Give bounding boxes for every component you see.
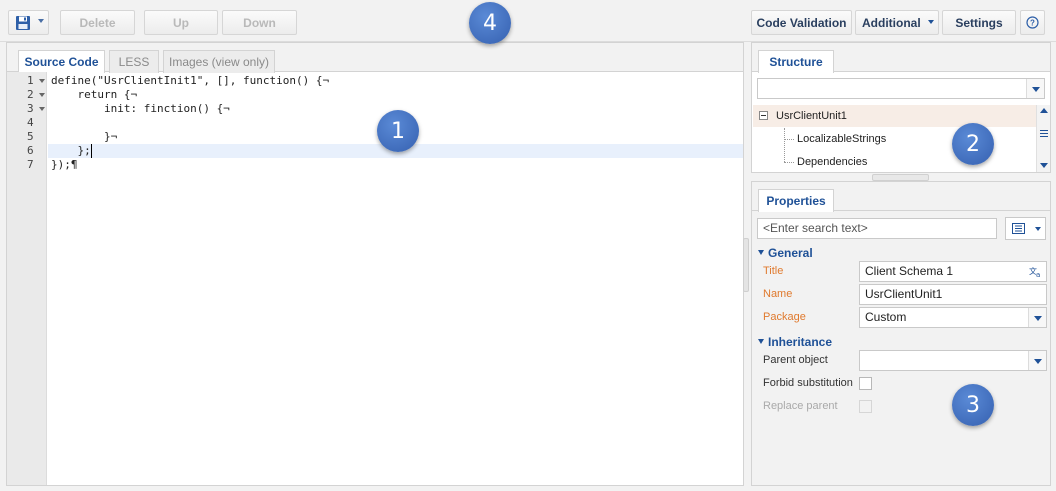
toolbar: Delete Up Down Code Validation Additiona…: [0, 0, 1056, 42]
section-general-label: General: [768, 246, 813, 260]
line-number: 6: [27, 144, 34, 157]
tab-properties[interactable]: Properties: [758, 189, 834, 212]
properties-search-input[interactable]: <Enter search text>: [757, 218, 997, 239]
up-button[interactable]: Up: [144, 10, 218, 35]
forbid-substitution-checkbox[interactable]: [859, 377, 872, 390]
code-validation-button[interactable]: Code Validation: [751, 10, 852, 35]
title-label: Title: [763, 265, 784, 277]
chevron-down-icon: [928, 20, 934, 24]
line-number: 4: [27, 116, 34, 129]
chevron-down-icon[interactable]: [1028, 308, 1046, 327]
section-inheritance-label: Inheritance: [768, 335, 833, 349]
tree-item-root[interactable]: UsrClientUnit1: [753, 105, 1036, 127]
question-icon: ?: [1026, 16, 1039, 29]
floppy-disk-icon: [16, 15, 30, 30]
help-button[interactable]: ?: [1020, 10, 1045, 35]
save-button[interactable]: [8, 10, 49, 35]
package-value: Custom: [865, 310, 907, 324]
package-label: Package: [763, 311, 806, 323]
settings-button[interactable]: Settings: [942, 10, 1016, 35]
chevron-down-icon: [1035, 227, 1041, 231]
delete-button[interactable]: Delete: [60, 10, 135, 35]
tab-images[interactable]: Images (view only): [163, 50, 275, 73]
code-line[interactable]: };: [51, 144, 90, 158]
tree-item-label: Dependencies: [797, 156, 868, 168]
chevron-down-icon[interactable]: [1026, 79, 1044, 98]
tab-structure[interactable]: Structure: [758, 50, 834, 73]
chevron-down-icon[interactable]: [1028, 351, 1046, 370]
replace-parent-label: Replace parent: [763, 400, 838, 412]
tab-less[interactable]: LESS: [109, 50, 159, 73]
structure-scrollbar[interactable]: [1036, 105, 1050, 172]
title-value: Client Schema 1: [865, 264, 954, 278]
section-inheritance[interactable]: Inheritance: [758, 335, 832, 349]
code-line[interactable]: return {¬: [51, 88, 137, 102]
section-general[interactable]: General: [758, 246, 813, 260]
callout-badge-3: 3: [952, 384, 994, 426]
name-label: Name: [763, 288, 793, 300]
translate-icon[interactable]: 文 a: [1029, 266, 1043, 278]
parent-object-label: Parent object: [763, 354, 828, 366]
fold-toggle-icon[interactable]: [39, 107, 45, 111]
view-mode-button[interactable]: [1005, 217, 1046, 240]
down-button[interactable]: Down: [222, 10, 297, 35]
code-line[interactable]: define("UsrClientInit1", [], function() …: [51, 74, 329, 88]
properties-panel: Properties <Enter search text> General T…: [751, 181, 1051, 486]
structure-panel: Structure UsrClientUnit1 LocalizableStri…: [751, 42, 1051, 173]
tab-source-code[interactable]: Source Code: [18, 50, 105, 73]
code-line[interactable]: });¶: [51, 158, 78, 172]
tree-item-label: LocalizableStrings: [797, 133, 887, 145]
tree-line: [784, 151, 785, 162]
fold-toggle-icon[interactable]: [39, 93, 45, 97]
source-editor-panel: Source Code LESS Images (view only) 1 2 …: [6, 42, 744, 486]
tree-item-dependencies[interactable]: Dependencies: [753, 151, 1036, 173]
code-line[interactable]: init: finction() {¬: [51, 102, 230, 116]
tree-line: [784, 139, 794, 140]
additional-button-label: Additional: [862, 15, 921, 30]
horizontal-splitter-handle[interactable]: [872, 174, 929, 181]
splitter-handle[interactable]: [743, 238, 749, 292]
replace-parent-checkbox: [859, 400, 872, 413]
list-view-icon: [1012, 223, 1025, 234]
text-cursor: [91, 144, 92, 158]
expand-icon: [758, 339, 764, 345]
forbid-substitution-label: Forbid substitution: [763, 377, 853, 389]
line-number: 5: [27, 130, 34, 143]
name-field[interactable]: UsrClientUnit1: [859, 284, 1047, 305]
title-field[interactable]: Client Schema 1 文 a: [859, 261, 1047, 282]
package-dropdown[interactable]: Custom: [859, 307, 1047, 328]
structure-tabbar: Structure: [752, 43, 1050, 73]
fold-toggle-icon[interactable]: [39, 79, 45, 83]
callout-badge-1: 1: [377, 110, 419, 152]
expand-icon: [758, 250, 764, 256]
tree-line: [784, 162, 794, 163]
additional-button[interactable]: Additional: [855, 10, 939, 35]
tree-item-label: UsrClientUnit1: [776, 110, 847, 122]
scroll-thumb[interactable]: [1040, 130, 1048, 137]
properties-tabbar: Properties: [752, 182, 1050, 212]
editor-tabbar: Source Code LESS Images (view only): [7, 43, 743, 73]
callout-badge-4: 4: [469, 2, 511, 44]
scroll-down-icon[interactable]: [1040, 163, 1048, 168]
callout-badge-2: 2: [952, 123, 994, 165]
line-number: 7: [27, 158, 34, 171]
svg-text:a: a: [1036, 271, 1040, 278]
svg-text:?: ?: [1030, 19, 1035, 28]
collapse-icon[interactable]: [759, 111, 768, 120]
code-line[interactable]: }¬: [51, 130, 117, 144]
structure-filter-dropdown[interactable]: [757, 78, 1045, 99]
save-menu-caret-icon[interactable]: [38, 19, 44, 23]
parent-object-dropdown[interactable]: [859, 350, 1047, 371]
scroll-up-icon[interactable]: [1040, 108, 1048, 113]
